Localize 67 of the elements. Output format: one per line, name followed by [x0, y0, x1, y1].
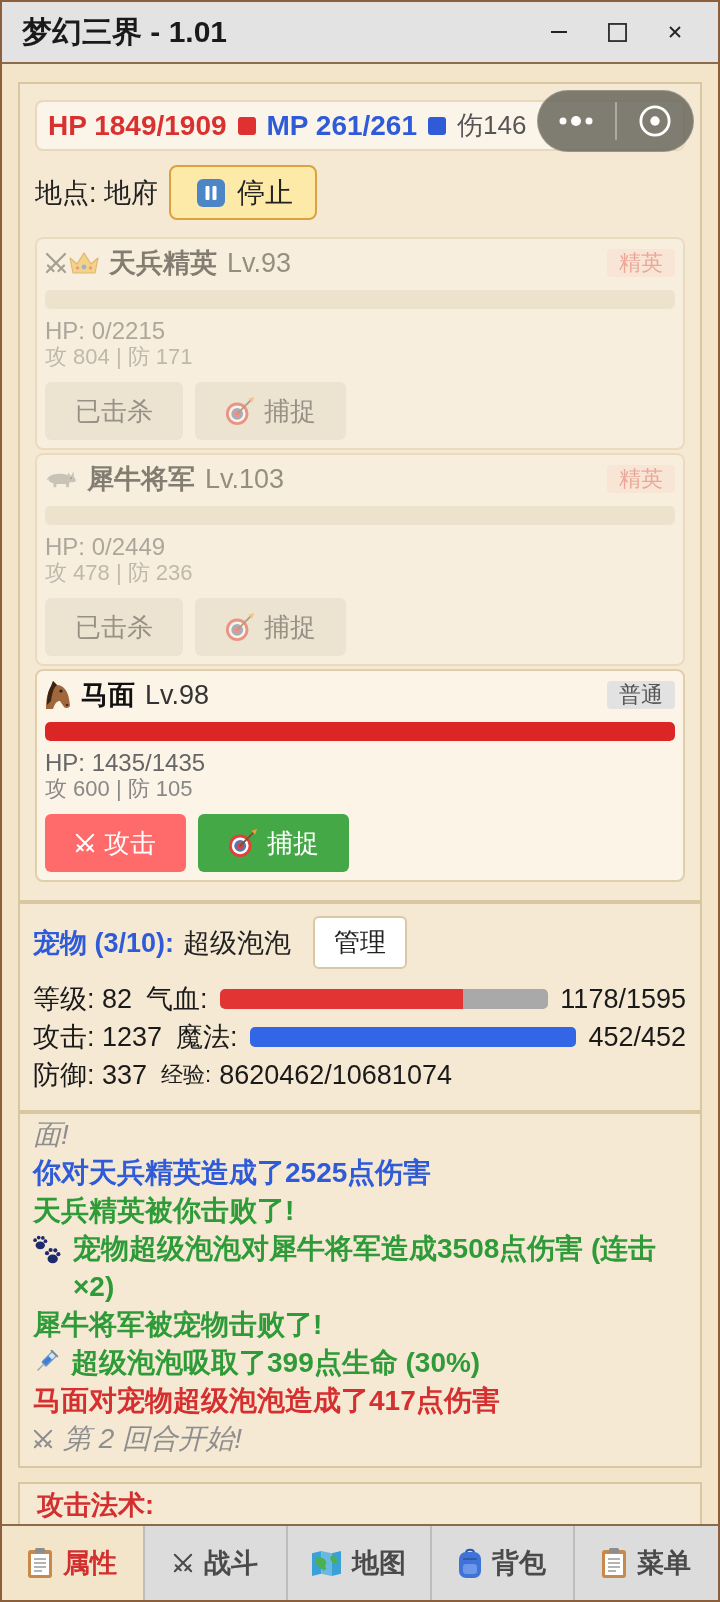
minimize-icon: [551, 31, 567, 33]
stat-value: 1178/1595: [560, 983, 686, 1015]
ring-icon[interactable]: [638, 105, 671, 137]
target-arrow-icon: [225, 396, 255, 426]
more-icon[interactable]: [559, 116, 594, 126]
enemy-name: 犀牛将军: [87, 463, 195, 496]
crossed-swords-icon: [75, 833, 95, 853]
nav-tab[interactable]: 属性: [2, 1526, 146, 1600]
log-message: 犀牛将军被宠物击败了!: [33, 1308, 323, 1342]
section-title: 攻击法术:: [37, 1490, 155, 1520]
enemy-level: Lv.103: [205, 463, 285, 495]
target-arrow-icon: [225, 612, 255, 642]
combat-stats-text: 伤146: [457, 109, 527, 142]
location-text: 地点: 地府: [35, 176, 158, 210]
stop-button[interactable]: 停止: [169, 165, 317, 220]
rhino-icon: [45, 470, 77, 488]
hp-text: HP 1849/1909: [48, 109, 227, 142]
pause-icon: [197, 178, 225, 207]
log-message: 超级泡泡吸取了399点生命 (30%): [71, 1346, 481, 1380]
rank-tag: 精英: [607, 249, 675, 277]
stat-text: 防御: 337: [33, 1059, 148, 1092]
log-message: 第 2 回合开始!: [63, 1422, 242, 1456]
stat-label: 经验:: [161, 1061, 212, 1089]
enemy-level: Lv.93: [227, 247, 292, 279]
pet-name: 超级泡泡: [183, 926, 292, 960]
horse-head-icon: [45, 680, 71, 710]
log-message: 你对天兵精英造成了2525点伤害: [33, 1156, 432, 1190]
manage-button[interactable]: 管理: [313, 916, 408, 969]
attack-defense-text: 攻 804 | 防 171: [45, 345, 194, 369]
window-title: 梦幻三界 - 1.01: [22, 13, 228, 50]
mp-text: MP 261/261: [266, 109, 418, 142]
log-message: 宠物超级泡泡对犀牛将军造成3508点伤害 (连击×2): [73, 1232, 658, 1304]
hp-text: HP: 1435/1435: [45, 751, 207, 775]
target-arrow-icon: [228, 828, 258, 858]
hp-square-icon: [237, 116, 256, 135]
log-message: 天兵精英被你击败了!: [33, 1194, 295, 1228]
enemy-level: Lv.98: [145, 679, 210, 711]
stat-label: 气血:: [146, 983, 208, 1016]
crossed-swords-icon: [33, 1429, 53, 1449]
pet-count-label: 宠物 (3/10):: [33, 926, 175, 960]
capture-button[interactable]: 捕捉: [198, 814, 349, 872]
stat-text: 等级: 82: [33, 983, 133, 1016]
hp-text: HP: 0/2449: [45, 535, 167, 559]
log-message: 马面对宠物超级泡泡造成了417点伤害: [33, 1384, 500, 1418]
crossed-swords-icon: [173, 1553, 194, 1573]
stat-label: 魔法:: [176, 1021, 238, 1054]
attack-defense-text: 攻 600 | 防 105: [45, 777, 194, 801]
attack-button[interactable]: 攻击: [45, 814, 186, 872]
mp-square-icon: [428, 116, 447, 135]
clipboard-icon: [28, 1548, 53, 1578]
close-icon: [669, 26, 681, 38]
enemy-name: 天兵精英: [109, 247, 217, 280]
attack-defense-text: 攻 478 | 防 236: [45, 561, 194, 585]
rank-tag: 精英: [607, 465, 675, 493]
paw-prints-icon: [33, 1235, 61, 1264]
maximize-icon: [607, 22, 627, 42]
rank-tag: 普通: [607, 681, 675, 709]
stat-value: 8620462/10681074: [219, 1059, 452, 1091]
stat-value: 452/452: [588, 1021, 686, 1053]
log-message: 面!: [33, 1118, 69, 1152]
map-icon: [312, 1550, 341, 1576]
hp-text: HP: 0/2215: [45, 319, 167, 343]
enemy-name: 马面: [81, 679, 135, 712]
clipboard-icon: [601, 1548, 626, 1578]
crown-icon: [69, 252, 99, 274]
backpack-icon: [458, 1548, 481, 1578]
stat-text: 攻击: 1237: [33, 1021, 163, 1054]
